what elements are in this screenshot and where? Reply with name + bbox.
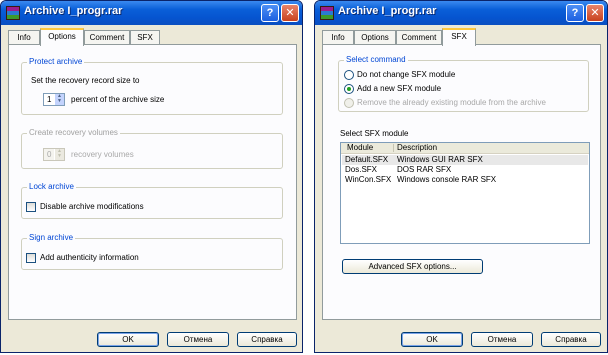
disable-modifications-label[interactable]: Disable archive modifications bbox=[40, 202, 144, 211]
module-name: WinCon.SFX bbox=[345, 175, 392, 184]
column-description[interactable]: Description bbox=[397, 143, 437, 153]
radio-do-not-change[interactable] bbox=[344, 70, 354, 80]
disable-modifications-checkbox[interactable] bbox=[26, 202, 36, 212]
sign-archive-title: Sign archive bbox=[27, 233, 76, 242]
radio-remove-module[interactable] bbox=[344, 98, 354, 108]
recovery-record-spinner[interactable]: 1 ▲ ▼ bbox=[43, 93, 65, 106]
tab-options[interactable]: Options bbox=[354, 30, 396, 45]
archive-options-window: Archive I_progr.rar ? ✕ Info Options Com… bbox=[0, 0, 303, 353]
module-name: Dos.SFX bbox=[345, 165, 378, 174]
help-title-button[interactable]: ? bbox=[261, 4, 279, 22]
tab-options[interactable]: Options bbox=[40, 28, 84, 46]
cancel-button[interactable]: Отмена bbox=[167, 332, 229, 347]
sfx-module-list[interactable]: Module Description Default.SFX Windows G… bbox=[340, 142, 590, 244]
tab-info[interactable]: Info bbox=[322, 30, 354, 45]
close-title-button[interactable]: ✕ bbox=[281, 4, 299, 22]
radio-remove-module-label[interactable]: Remove the already existing module from … bbox=[357, 98, 546, 107]
add-authenticity-checkbox[interactable] bbox=[26, 253, 36, 263]
module-description: DOS RAR SFX bbox=[397, 165, 452, 174]
archive-sfx-window: Archive I_progr.rar ? ✕ Info Options Com… bbox=[314, 0, 608, 353]
close-title-button[interactable]: ✕ bbox=[586, 4, 604, 22]
window-title: Archive I_progr.rar bbox=[338, 5, 437, 17]
tab-comment[interactable]: Comment bbox=[84, 30, 130, 45]
winrar-icon bbox=[320, 6, 334, 20]
list-item[interactable]: Dos.SFX DOS RAR SFX bbox=[342, 165, 588, 175]
recovery-record-caption: Set the recovery record size to bbox=[31, 76, 140, 85]
radio-selected-dot bbox=[347, 87, 351, 91]
spinner-arrows-icon[interactable]: ▲ ▼ bbox=[54, 94, 64, 105]
help-button[interactable]: Справка bbox=[237, 332, 297, 347]
cancel-button[interactable]: Отмена bbox=[471, 332, 533, 347]
recovery-volumes-group: Create recovery volumes 0 ▲ ▼ recovery vo… bbox=[21, 128, 283, 169]
tab-info[interactable]: Info bbox=[8, 30, 40, 45]
lock-archive-title: Lock archive bbox=[27, 182, 76, 191]
radio-do-not-change-label[interactable]: Do not change SFX module bbox=[357, 70, 455, 79]
tab-sfx[interactable]: SFX bbox=[130, 30, 160, 45]
recovery-record-value: 1 bbox=[47, 95, 52, 104]
sign-archive-group: Sign archive Add authenticity informatio… bbox=[21, 233, 283, 270]
recovery-volumes-title: Create recovery volumes bbox=[27, 128, 120, 137]
advanced-sfx-options-button[interactable]: Advanced SFX options... bbox=[342, 259, 483, 274]
column-module[interactable]: Module bbox=[347, 143, 373, 153]
radio-add-new-module[interactable] bbox=[344, 84, 354, 94]
protect-archive-group: Protect archive Set the recovery record … bbox=[21, 57, 283, 115]
list-item[interactable]: WinCon.SFX Windows console RAR SFX bbox=[342, 175, 588, 185]
spinner-arrows-icon[interactable]: ▲ ▼ bbox=[54, 149, 64, 160]
ok-button[interactable]: OK bbox=[401, 332, 463, 347]
window-title: Archive I_progr.rar bbox=[24, 5, 123, 17]
recovery-volumes-suffix: recovery volumes bbox=[71, 150, 134, 159]
recovery-volumes-spinner[interactable]: 0 ▲ ▼ bbox=[43, 148, 65, 161]
lock-archive-group: Lock archive Disable archive modificatio… bbox=[21, 182, 283, 219]
column-separator[interactable] bbox=[393, 144, 394, 152]
module-name: Default.SFX bbox=[345, 155, 389, 164]
add-authenticity-label[interactable]: Add authenticity information bbox=[40, 253, 139, 262]
list-item[interactable]: Default.SFX Windows GUI RAR SFX bbox=[342, 155, 588, 165]
tab-comment[interactable]: Comment bbox=[396, 30, 442, 45]
module-description: Windows console RAR SFX bbox=[397, 175, 497, 184]
title-bar[interactable]: Archive I_progr.rar ? ✕ bbox=[1, 1, 302, 25]
select-sfx-module-label: Select SFX module bbox=[340, 129, 409, 138]
module-description: Windows GUI RAR SFX bbox=[397, 155, 483, 164]
options-panel: Protect archive Set the recovery record … bbox=[8, 44, 297, 320]
sfx-panel: Select command Do not change SFX module … bbox=[322, 44, 601, 320]
winrar-icon bbox=[6, 6, 20, 20]
protect-archive-title: Protect archive bbox=[27, 57, 85, 66]
select-command-title: Select command bbox=[344, 55, 408, 64]
title-bar[interactable]: Archive I_progr.rar ? ✕ bbox=[315, 1, 607, 25]
list-header: Module Description bbox=[341, 143, 589, 154]
recovery-record-suffix: percent of the archive size bbox=[71, 95, 165, 104]
radio-add-new-module-label[interactable]: Add a new SFX module bbox=[357, 84, 441, 93]
tab-sfx[interactable]: SFX bbox=[442, 28, 476, 46]
help-title-button[interactable]: ? bbox=[566, 4, 584, 22]
select-command-group: Select command Do not change SFX module … bbox=[338, 55, 589, 112]
ok-button[interactable]: OK bbox=[97, 332, 159, 347]
recovery-volumes-value: 0 bbox=[47, 150, 52, 159]
help-button[interactable]: Справка bbox=[541, 332, 601, 347]
